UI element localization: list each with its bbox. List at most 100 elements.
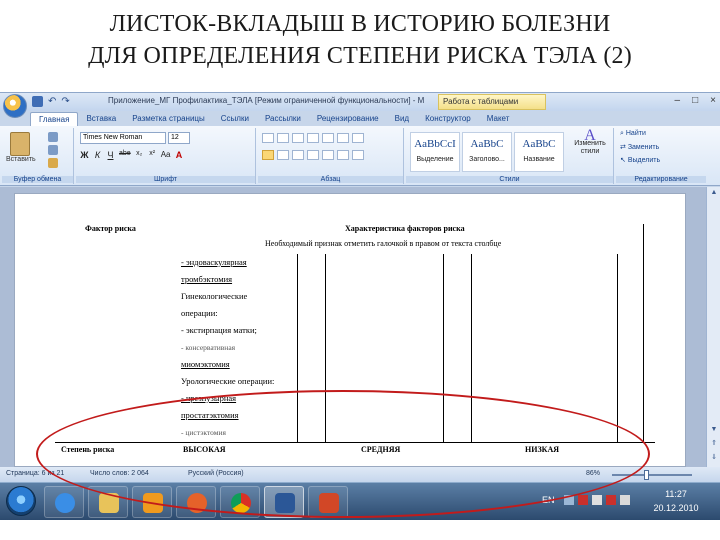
sort-icon[interactable] — [337, 133, 349, 143]
align-right-icon[interactable] — [292, 150, 304, 160]
volume-icon[interactable] — [620, 495, 630, 505]
change-case-button[interactable]: Aa — [161, 150, 171, 160]
font-group: Times New Roman 12 Ж К Ч abe x₂ x² Aa A … — [76, 128, 256, 184]
paste-button[interactable]: Вставить — [6, 156, 36, 163]
underline-button[interactable]: Ч — [106, 150, 115, 160]
taskbar-word[interactable] — [264, 486, 304, 518]
tab-review[interactable]: Рецензирование — [309, 112, 387, 126]
change-styles-button[interactable]: A Изменить стили — [570, 128, 610, 156]
prev-page-icon[interactable]: ⇑ — [709, 439, 719, 447]
save-icon[interactable] — [32, 96, 43, 107]
risk-item: - экстирпация матки; — [181, 325, 257, 335]
replace-button[interactable]: ⇄ Заменить — [620, 143, 659, 151]
taskbar-explorer[interactable] — [88, 486, 128, 518]
tab-layout[interactable]: Макет — [479, 112, 518, 126]
tab-references[interactable]: Ссылки — [213, 112, 257, 126]
powerpoint-icon — [319, 493, 339, 513]
tab-design[interactable]: Конструктор — [417, 112, 479, 126]
zoom-level[interactable]: 86% — [586, 470, 600, 477]
tab-mailings[interactable]: Рассылки — [257, 112, 309, 126]
slide-title: ЛИСТОК-ВКЛАДЫШ В ИСТОРИЮ БОЛЕЗНИ ДЛЯ ОПР… — [0, 8, 720, 88]
cut-icon[interactable] — [48, 132, 58, 142]
status-language[interactable]: Русский (Россия) — [188, 470, 244, 477]
clock-time: 11:27 — [665, 489, 687, 499]
tray-alert-icon[interactable] — [606, 495, 616, 505]
column-header-factor: Фактор риска — [85, 224, 136, 233]
increase-indent-icon[interactable] — [322, 133, 334, 143]
ribbon: Вставить Буфер обмена Times New Roman 12… — [0, 126, 720, 186]
risk-item: простатэктомия — [181, 410, 239, 420]
zoom-slider[interactable] — [612, 474, 692, 476]
shading-icon[interactable] — [337, 150, 349, 160]
taskbar-chrome[interactable] — [220, 486, 260, 518]
risk-item: - цистэктомия — [181, 428, 226, 437]
align-center-icon[interactable] — [277, 150, 289, 160]
tab-page-layout[interactable]: Разметка страницы — [124, 112, 213, 126]
select-button[interactable]: ↖ Выделить — [620, 156, 660, 164]
table-column-line — [471, 254, 472, 442]
find-button[interactable]: ⌕ Найти — [620, 130, 646, 138]
close-button[interactable]: × — [710, 95, 716, 106]
style-tile-title[interactable]: AaBbC Название — [514, 132, 564, 172]
superscript-button[interactable]: x² — [148, 150, 157, 160]
multilevel-list-icon[interactable] — [292, 133, 304, 143]
quick-access-toolbar: ↶ ↷ — [32, 96, 70, 107]
style-name: Заголово... — [469, 156, 505, 163]
borders-icon[interactable] — [352, 150, 364, 160]
taskbar-media-player[interactable] — [132, 486, 172, 518]
align-left-icon[interactable] — [262, 150, 274, 160]
redo-icon[interactable]: ↷ — [61, 96, 69, 107]
window-controls: – □ × — [675, 95, 716, 106]
italic-button[interactable]: К — [93, 150, 102, 160]
style-tile-heading[interactable]: AaBbC Заголово... — [462, 132, 512, 172]
show-marks-icon[interactable] — [352, 133, 364, 143]
tab-home[interactable]: Главная — [30, 112, 79, 126]
scroll-up-icon[interactable]: ▲ — [709, 189, 719, 196]
input-language[interactable]: EN — [542, 495, 555, 505]
subscript-button[interactable]: x₂ — [135, 150, 144, 160]
document-page[interactable]: Фактор риска Характеристика факторов рис… — [14, 193, 686, 467]
tray-antivirus-icon[interactable] — [578, 495, 588, 505]
bullets-icon[interactable] — [262, 133, 274, 143]
taskbar-firefox[interactable] — [176, 486, 216, 518]
tab-view[interactable]: Вид — [387, 112, 417, 126]
clock[interactable]: 11:27 20.12.2010 — [646, 487, 706, 515]
document-area: Фактор риска Характеристика факторов рис… — [0, 187, 720, 467]
risk-low: НИЗКАЯ — [525, 445, 560, 454]
strikethrough-button[interactable]: abe — [119, 150, 131, 160]
media-player-icon — [143, 493, 163, 513]
next-page-icon[interactable]: ⇓ — [709, 453, 719, 461]
format-painter-icon[interactable] — [48, 158, 58, 168]
justify-icon[interactable] — [307, 150, 319, 160]
minimize-button[interactable]: – — [675, 95, 681, 106]
decrease-indent-icon[interactable] — [307, 133, 319, 143]
align-buttons — [262, 150, 364, 160]
status-words[interactable]: Число слов: 2 064 — [90, 470, 149, 477]
tab-insert[interactable]: Вставка — [78, 112, 124, 126]
style-tile-emphasis[interactable]: AaBbCcI Выделение — [410, 132, 460, 172]
network-icon[interactable] — [592, 495, 602, 505]
bold-button[interactable]: Ж — [80, 150, 89, 160]
font-name-select[interactable]: Times New Roman — [80, 132, 166, 144]
office-button[interactable] — [3, 94, 27, 118]
numbering-icon[interactable] — [277, 133, 289, 143]
copy-icon[interactable] — [48, 145, 58, 155]
font-color-button[interactable]: A — [174, 150, 183, 160]
replace-icon: ⇄ — [620, 144, 628, 151]
taskbar-ie[interactable] — [44, 486, 84, 518]
line-spacing-icon[interactable] — [322, 150, 334, 160]
font-size-select[interactable]: 12 — [168, 132, 190, 144]
zoom-slider-thumb[interactable] — [644, 470, 649, 480]
maximize-button[interactable]: □ — [692, 95, 698, 106]
taskbar-powerpoint[interactable] — [308, 486, 348, 518]
table-column-line — [325, 254, 326, 442]
start-button[interactable] — [6, 486, 36, 516]
vertical-scrollbar[interactable]: ▲ ▼ ⇑ ⇓ — [706, 187, 720, 467]
paste-icon[interactable] — [10, 132, 30, 156]
undo-icon[interactable]: ↶ — [48, 96, 56, 107]
styles-group: AaBbCcI Выделение AaBbC Заголово... AaBb… — [406, 128, 614, 184]
font-group-label: Шрифт — [76, 176, 255, 183]
tray-arrow-icon[interactable] — [564, 495, 574, 505]
scroll-down-icon[interactable]: ▼ — [709, 426, 719, 433]
status-page[interactable]: Страница: 6 из 21 — [6, 470, 64, 477]
